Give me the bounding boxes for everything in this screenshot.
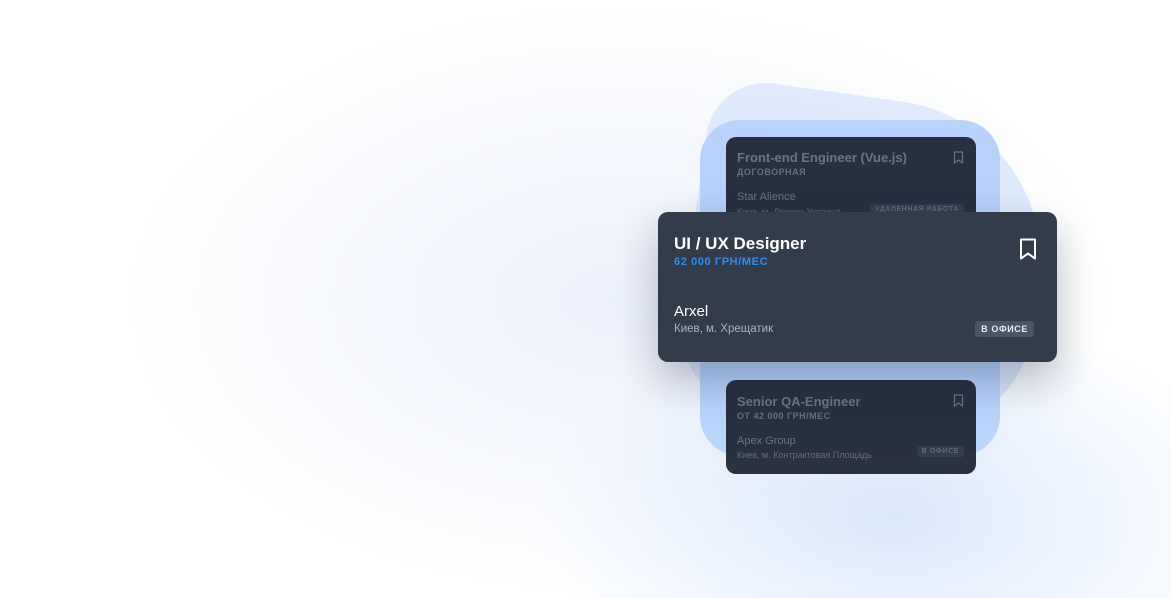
bookmark-icon[interactable] [1019, 238, 1037, 260]
job-company: Arxel [674, 303, 709, 320]
job-type-badge: В ОФИСЕ [916, 446, 964, 457]
bookmark-icon[interactable] [953, 151, 964, 164]
job-title: UI / UX Designer [674, 234, 807, 253]
job-card-featured[interactable]: UI / UX Designer 62 000 ГРН/МЕС Arxel Ки… [658, 212, 1057, 362]
job-location: Киев, м. Контрактовая Площадь [737, 450, 872, 460]
job-title: Senior QA-Engineer [737, 394, 861, 409]
job-salary: ДОГОВОРНАЯ [737, 167, 807, 177]
bookmark-icon[interactable] [953, 394, 964, 407]
job-card-bottom[interactable]: Senior QA-Engineer ОТ 42 000 ГРН/МЕС Ape… [726, 380, 976, 474]
job-salary: 62 000 ГРН/МЕС [674, 256, 769, 268]
job-title: Front-end Engineer (Vue.js) [737, 150, 907, 165]
job-location: Киев, м. Хрещатик [674, 323, 774, 335]
job-company: Star Alience [737, 191, 796, 203]
job-salary: ОТ 42 000 ГРН/МЕС [737, 411, 831, 421]
job-company: Apex Group [737, 435, 796, 447]
job-type-badge: В ОФИСЕ [975, 321, 1034, 337]
